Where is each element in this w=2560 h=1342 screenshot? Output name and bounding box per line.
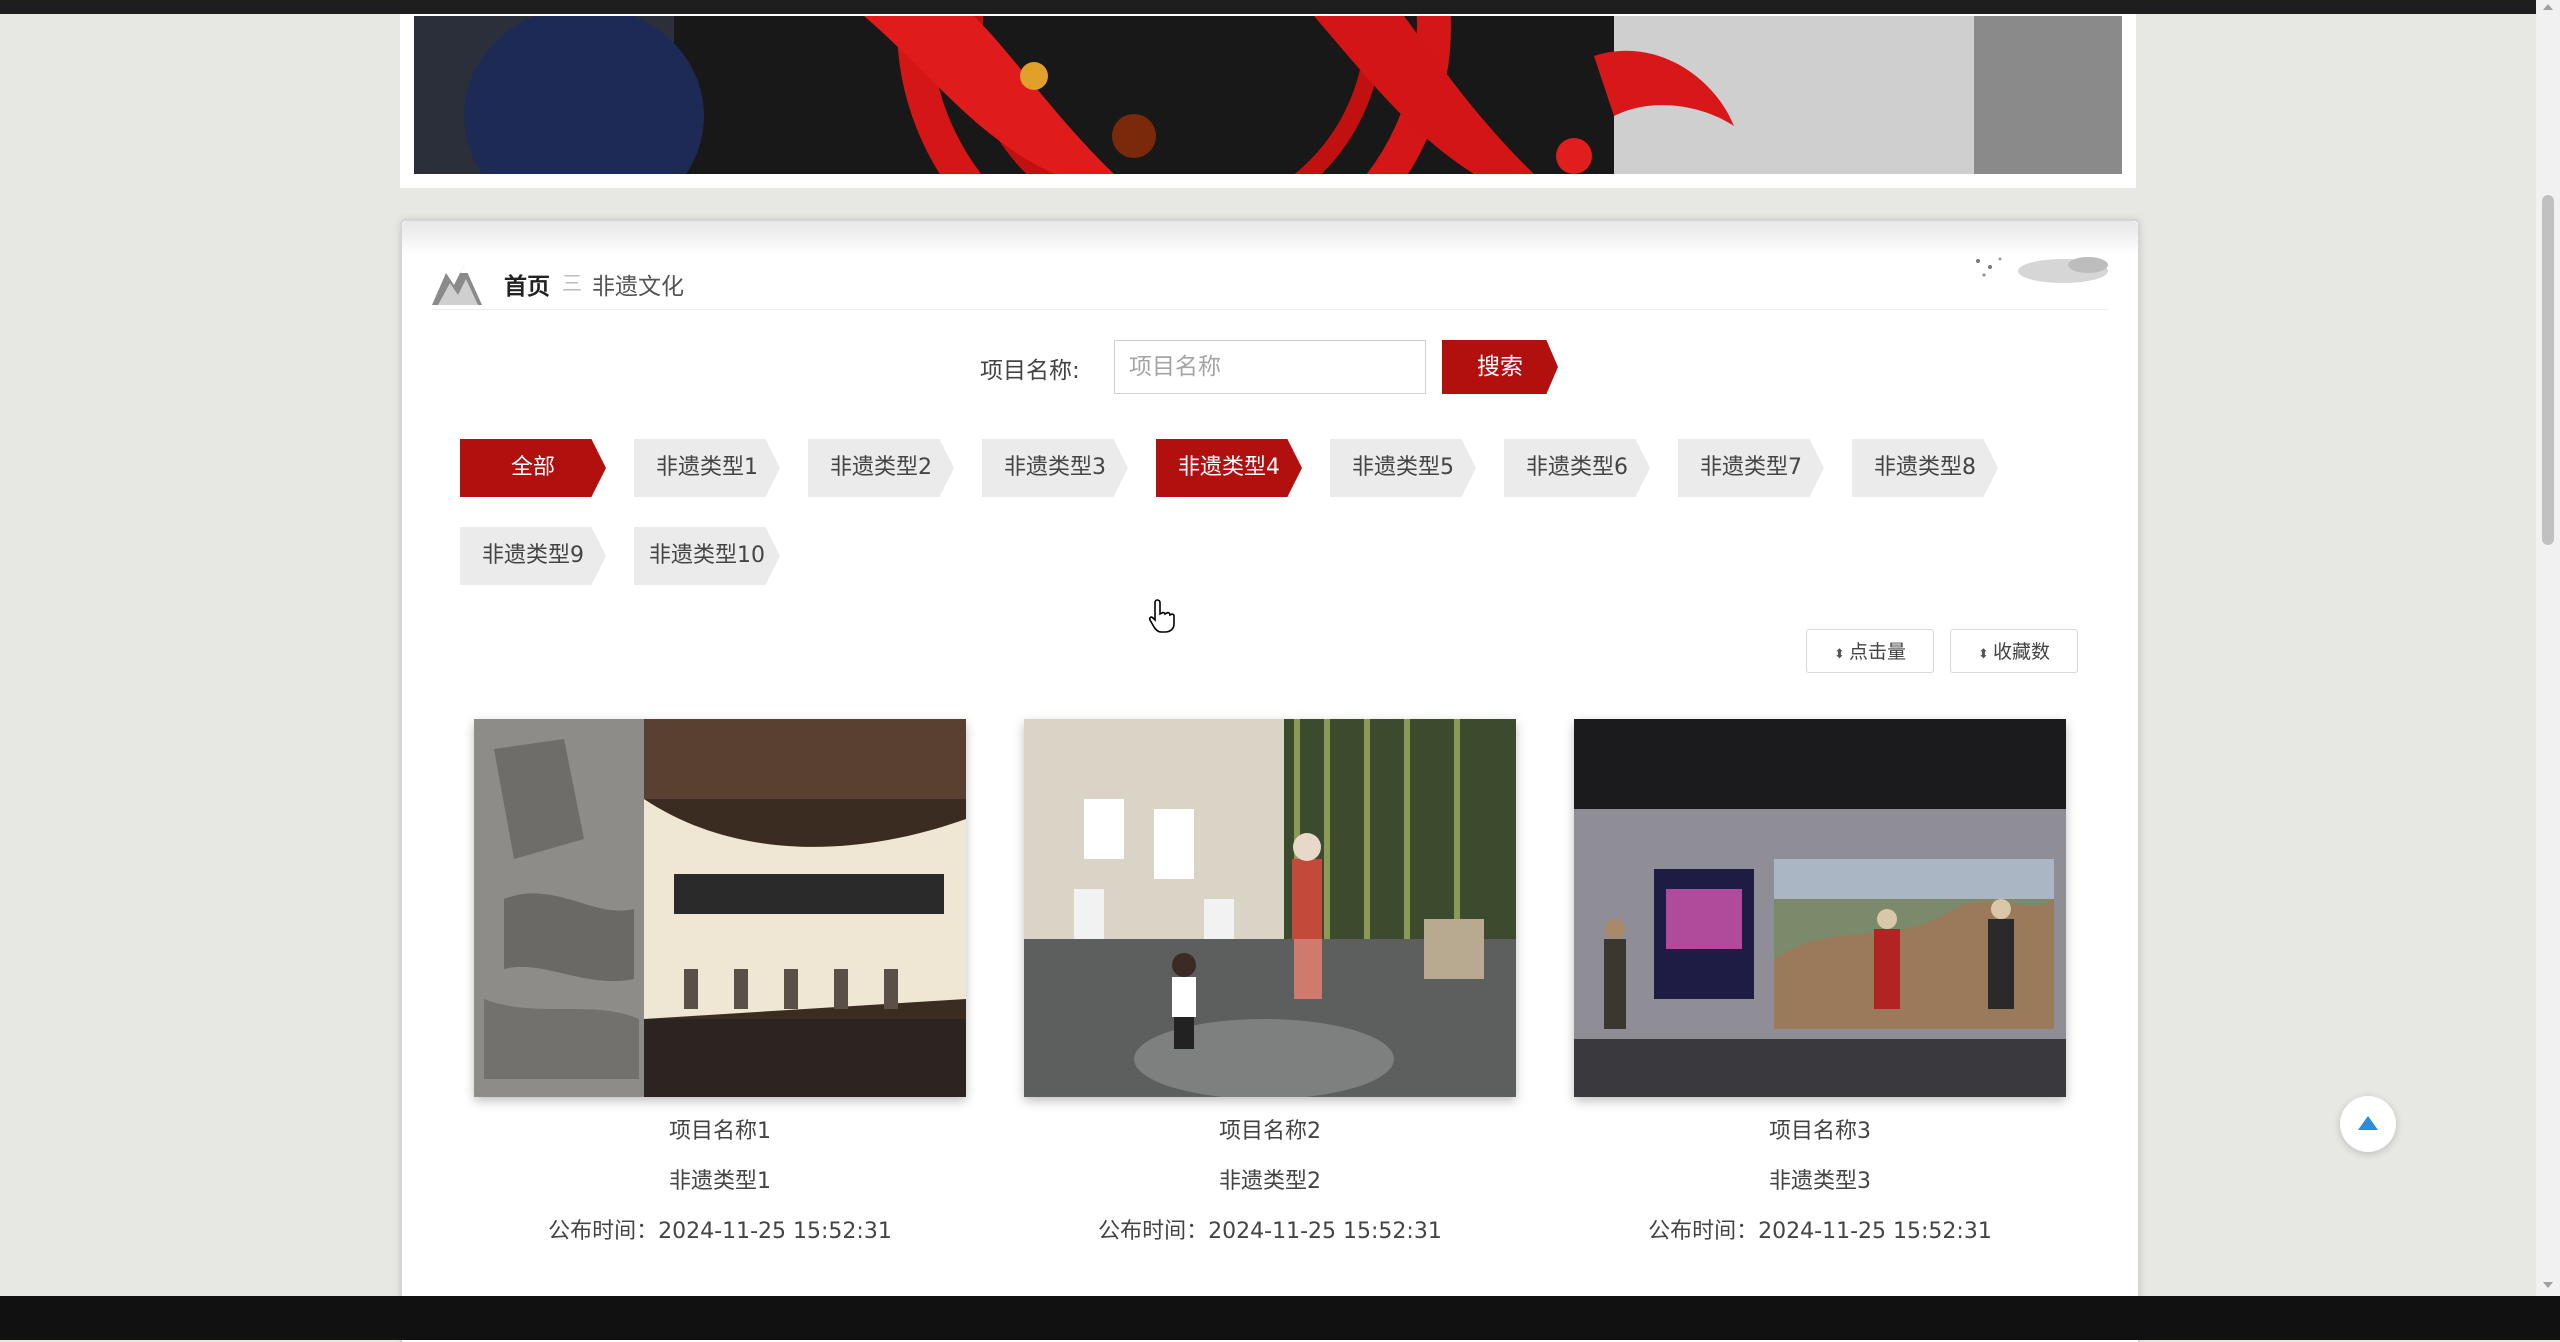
category-tag-1[interactable]: 非遗类型1 [634, 439, 780, 497]
top-edge [0, 0, 2536, 14]
category-tag-4[interactable]: 非遗类型4 [1156, 439, 1302, 497]
category-tag-7[interactable]: 非遗类型7 [1678, 439, 1824, 497]
project-image[interactable] [1024, 719, 1516, 1097]
category-tag-all[interactable]: 全部 [460, 439, 606, 497]
sort-icon: ⬍ [1978, 647, 1989, 662]
category-tag-6[interactable]: 非遗类型6 [1504, 439, 1650, 497]
sort-by-favorites-button[interactable]: ⬍ 收藏数 [1950, 629, 2078, 673]
project-card: 项目名称1 非遗类型1 公布时间：2024-11-25 15:52:31 [474, 719, 966, 1245]
back-to-top-button[interactable] [2340, 1096, 2396, 1152]
search-input[interactable] [1114, 340, 1426, 394]
category-tag-5[interactable]: 非遗类型5 [1330, 439, 1476, 497]
search-label: 项目名称: [980, 358, 1080, 384]
category-tag-8[interactable]: 非遗类型8 [1852, 439, 1998, 497]
project-card: 项目名称2 非遗类型2 公布时间：2024-11-25 15:52:31 [1024, 719, 1516, 1245]
content-panel: 首页 三 非遗文化 项目名称: 搜索 全部 非遗类型1 非遗类型2 非遗类型3 … [400, 219, 2140, 1342]
breadcrumb-home-link[interactable]: 首页 [504, 267, 550, 301]
sort-by-clicks-button[interactable]: ⬍ 点击量 [1806, 629, 1934, 673]
project-title[interactable]: 项目名称1 [474, 1113, 966, 1145]
project-time: 公布时间：2024-11-25 15:52:31 [1648, 1219, 1992, 1244]
mountain-icon [432, 259, 482, 309]
project-image[interactable] [474, 719, 966, 1097]
project-type: 非遗类型3 [1769, 1169, 1871, 1194]
breadcrumb-separator: 三 [562, 271, 582, 295]
category-tag-2[interactable]: 非遗类型2 [808, 439, 954, 497]
category-tag-3[interactable]: 非遗类型3 [982, 439, 1128, 497]
scroll-up-arrow-icon[interactable] [2543, 4, 2553, 10]
scroll-down-arrow-icon[interactable] [2543, 1282, 2553, 1288]
sort-icon: ⬍ [1834, 647, 1845, 662]
project-title[interactable]: 项目名称2 [1024, 1113, 1516, 1145]
ink-decoration [1968, 253, 2108, 297]
vertical-scrollbar[interactable] [2536, 0, 2560, 1296]
panel-header-shade [402, 221, 2138, 255]
banner-image [414, 16, 2122, 174]
scroll-thumb[interactable] [2542, 195, 2554, 545]
project-type: 非遗类型2 [1219, 1169, 1321, 1194]
hand-cursor-icon [1148, 598, 1176, 638]
category-tag-9[interactable]: 非遗类型9 [460, 527, 606, 585]
breadcrumb: 首页 三 非遗文化 [432, 253, 2108, 310]
category-tag-10[interactable]: 非遗类型10 [634, 527, 780, 585]
project-card: 项目名称3 非遗类型3 公布时间：2024-11-25 15:52:31 [1574, 719, 2066, 1245]
search-button[interactable]: 搜索 [1442, 340, 1558, 394]
project-title[interactable]: 项目名称3 [1574, 1113, 2066, 1145]
project-type: 非遗类型1 [669, 1169, 771, 1194]
breadcrumb-current: 非遗文化 [592, 274, 684, 300]
bottom-bar [0, 1296, 2560, 1340]
project-time: 公布时间：2024-11-25 15:52:31 [548, 1219, 892, 1244]
sort-by-clicks-label: 点击量 [1848, 641, 1906, 663]
project-time: 公布时间：2024-11-25 15:52:31 [1098, 1219, 1442, 1244]
sort-by-favorites-label: 收藏数 [1992, 641, 2050, 663]
project-image[interactable] [1574, 719, 2066, 1097]
